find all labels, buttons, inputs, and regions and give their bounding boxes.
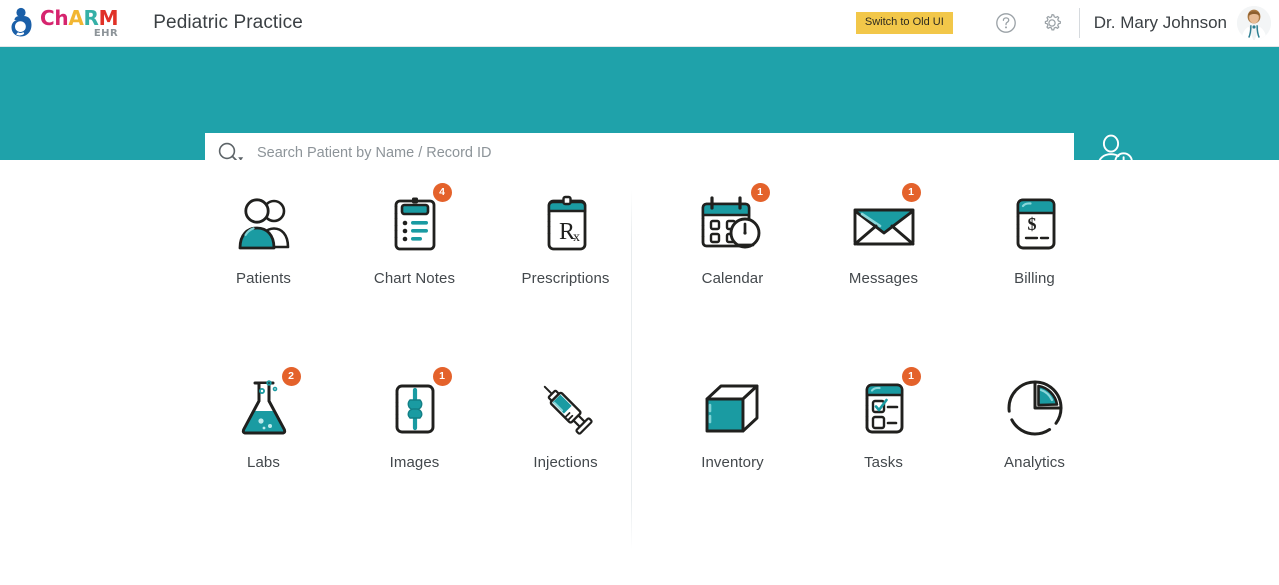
module-calendar[interactable]: 1 Calendar: [657, 183, 808, 287]
injections-icon-wrap: [529, 369, 603, 439]
header-actions: Switch to Old UI Dr. Mary Johnson: [855, 0, 1279, 47]
patients-icon-wrap: [227, 185, 301, 255]
prescriptions-icon: R x: [546, 195, 586, 251]
question-circle-icon: [995, 13, 1016, 33]
help-button[interactable]: [987, 4, 1025, 42]
module-inventory[interactable]: Inventory: [657, 369, 808, 471]
avatar[interactable]: [1237, 6, 1271, 40]
module-label: Analytics: [1004, 454, 1065, 471]
prescriptions-icon-wrap: R x: [529, 185, 603, 255]
modules-grid: Patients 4 Chart Notes R x Prescriptions…: [0, 160, 1279, 585]
tasks-icon: [864, 383, 903, 434]
logo-subtext-ehr: EHR: [93, 27, 119, 39]
module-prescriptions[interactable]: R x Prescriptions: [490, 185, 641, 287]
patients-icon: [238, 198, 289, 250]
logo-letter-r: R: [83, 5, 99, 30]
module-injections[interactable]: Injections: [490, 369, 641, 471]
billing-icon-wrap: $: [998, 185, 1072, 255]
switch-to-old-ui-button[interactable]: Switch to Old UI: [855, 12, 953, 34]
user-avatar-photo: [1237, 6, 1271, 40]
module-label: Tasks: [864, 454, 903, 471]
module-labs[interactable]: 2 Labs: [188, 367, 339, 471]
header-divider: [1078, 8, 1080, 38]
labs-flask-icon: [241, 380, 286, 435]
chart-notes-icon-wrap: 4: [378, 183, 452, 255]
module-group-right-row1: 1 Calendar 1 Messages $ Billing: [657, 183, 1110, 287]
module-label: Labs: [247, 454, 280, 471]
logo-letter-c: C: [40, 5, 55, 30]
notification-badge: 1: [901, 367, 921, 386]
module-images[interactable]: 1 Images: [339, 367, 490, 471]
settings-button[interactable]: [1033, 4, 1071, 42]
calendar-icon-wrap: 1: [696, 183, 770, 255]
messages-icon: [853, 208, 914, 246]
logo-letter-a: A: [68, 5, 84, 30]
notification-badge: 2: [281, 367, 301, 386]
module-group-right-row2: Inventory 1 Tasks Analytics: [657, 367, 1110, 471]
gear-icon: [1044, 13, 1061, 31]
search-banner: [0, 47, 1279, 173]
module-label: Chart Notes: [373, 270, 456, 287]
page-title: Pediatric Practice: [153, 12, 303, 33]
svg-text:x: x: [573, 230, 580, 245]
module-group-left-row2: 2 Labs 1 Images Injections: [188, 367, 641, 471]
billing-icon: $: [1015, 198, 1055, 250]
module-label: Images: [389, 454, 440, 471]
analytics-icon-wrap: [998, 369, 1072, 439]
notification-badge: 4: [432, 183, 452, 202]
module-label: Patients: [236, 270, 291, 287]
module-label: Calendar: [701, 270, 764, 287]
inventory-box-icon: [705, 384, 758, 433]
module-label: Billing: [1014, 270, 1055, 287]
module-label: Inventory: [701, 454, 764, 471]
charm-person-icon: [11, 7, 32, 37]
svg-text:$: $: [1027, 214, 1036, 234]
notification-badge: 1: [750, 183, 770, 202]
module-billing[interactable]: $ Billing: [959, 185, 1110, 287]
module-group-left-row1: Patients 4 Chart Notes R x Prescriptions: [188, 183, 641, 287]
notification-badge: 1: [432, 367, 452, 386]
images-xray-icon: [394, 384, 434, 434]
labs-icon-wrap: 2: [227, 367, 301, 439]
images-icon-wrap: 1: [378, 367, 452, 439]
module-label: Prescriptions: [521, 270, 610, 287]
user-name-label[interactable]: Dr. Mary Johnson: [1094, 13, 1227, 33]
module-messages[interactable]: 1 Messages: [808, 183, 959, 287]
module-analytics[interactable]: Analytics: [959, 369, 1110, 471]
messages-icon-wrap: 1: [847, 183, 921, 255]
app-header: ChARM EHR Pediatric Practice Switch to O…: [0, 0, 1279, 47]
module-patients[interactable]: Patients: [188, 185, 339, 287]
charm-ehr-logo[interactable]: ChARM EHR: [10, 0, 119, 47]
tasks-icon-wrap: 1: [847, 367, 921, 439]
inventory-icon-wrap: [696, 369, 770, 439]
module-tasks[interactable]: 1 Tasks: [808, 367, 959, 471]
module-label: Injections: [533, 454, 598, 471]
module-label: Messages: [848, 270, 919, 287]
chart-notes-icon: [393, 197, 435, 251]
calendar-icon: [700, 196, 760, 249]
logo-letter-h: h: [54, 5, 69, 30]
notification-badge: 1: [901, 183, 921, 202]
syringe-icon: [543, 385, 593, 435]
analytics-pie-icon: [1007, 380, 1062, 436]
charm-wordmark: ChARM EHR: [40, 5, 119, 39]
logo-letter-m: M: [98, 5, 119, 30]
module-chart-notes[interactable]: 4 Chart Notes: [339, 183, 490, 287]
charm-wordmark-text: ChARM: [40, 5, 119, 30]
